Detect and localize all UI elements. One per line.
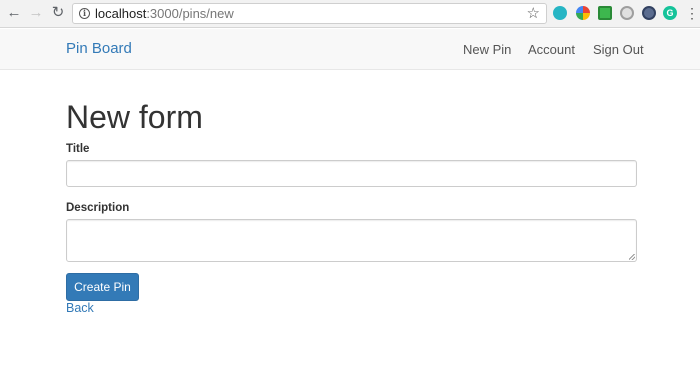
page-title: New form [66, 99, 203, 135]
back-arrow-icon[interactable]: ← [5, 4, 23, 22]
url-path: :3000/pins/new [146, 6, 234, 21]
extension-green-square-icon[interactable] [598, 6, 612, 20]
browser-toolbar: ← → ↻ i localhost:3000/pins/new ☆ G ⋮ [0, 0, 700, 28]
address-bar[interactable]: i localhost:3000/pins/new ☆ [72, 3, 547, 24]
title-label: Title [66, 143, 90, 155]
resize-grip-icon[interactable] [629, 254, 635, 260]
nav-account-link[interactable]: Account [528, 42, 575, 57]
url-host: localhost [95, 6, 147, 21]
create-pin-button[interactable]: Create Pin [66, 273, 139, 301]
extension-color-wheel-icon[interactable] [576, 6, 590, 20]
browser-menu-icon[interactable]: ⋮ [685, 5, 699, 21]
description-textarea[interactable] [66, 219, 637, 262]
back-link[interactable]: Back [66, 301, 94, 316]
reload-icon[interactable]: ↻ [49, 4, 67, 22]
forward-arrow-icon[interactable]: → [27, 4, 45, 22]
url-text[interactable]: localhost:3000/pins/new [95, 7, 234, 21]
extension-shield-icon[interactable] [642, 6, 656, 20]
description-label: Description [66, 202, 130, 214]
nav-sign-out-link[interactable]: Sign Out [593, 42, 644, 57]
brand-link[interactable]: Pin Board [66, 40, 132, 58]
app-navbar: Pin Board New Pin Account Sign Out [0, 29, 700, 70]
extension-teal-icon[interactable] [553, 6, 567, 20]
info-icon[interactable]: i [79, 8, 90, 19]
extension-grammarly-icon[interactable]: G [663, 6, 677, 20]
nav-new-pin-link[interactable]: New Pin [463, 42, 511, 57]
extension-grey-circle-icon[interactable] [620, 6, 634, 20]
title-input[interactable] [66, 160, 637, 187]
bookmark-star-icon[interactable]: ☆ [527, 5, 540, 23]
